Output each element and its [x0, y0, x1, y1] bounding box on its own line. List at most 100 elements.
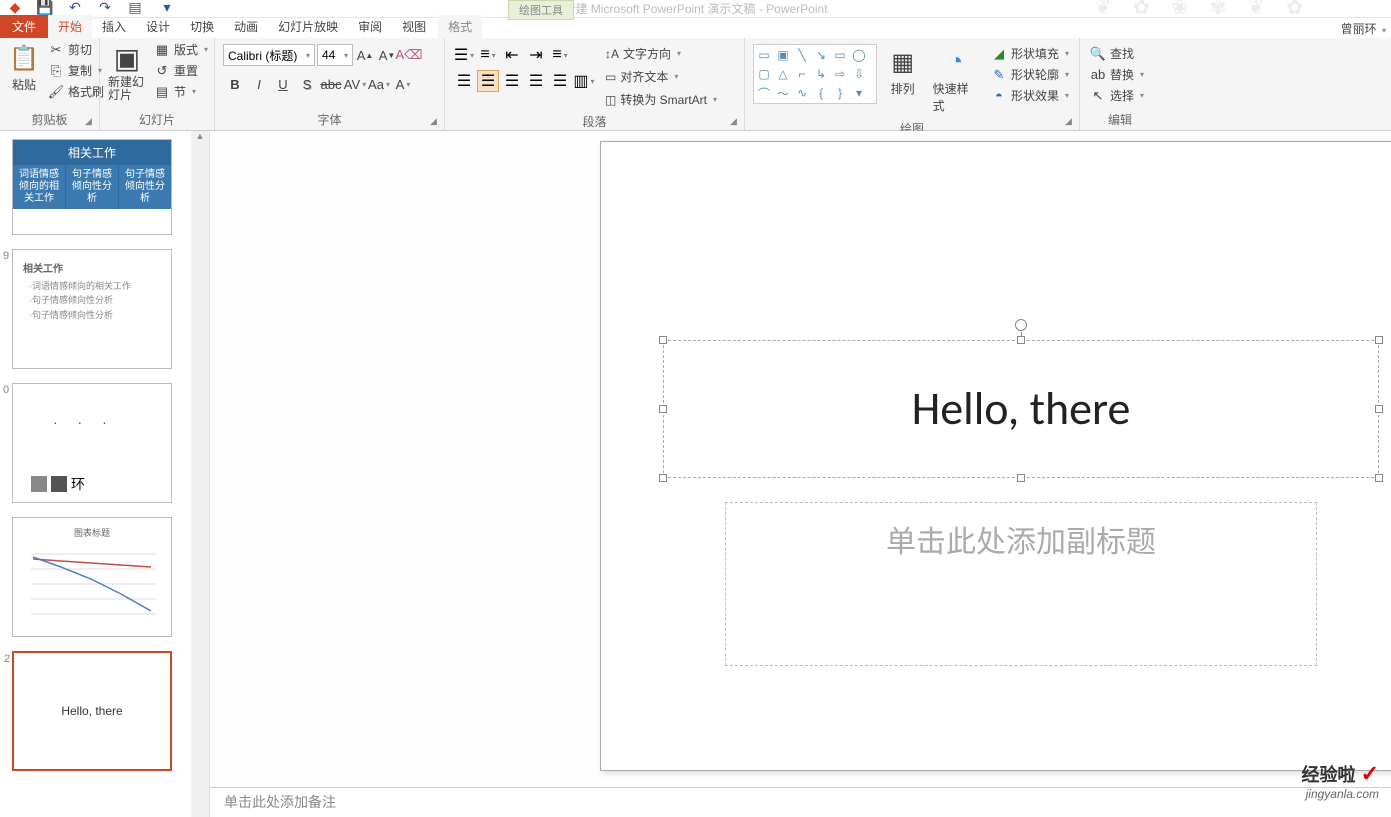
- decrease-indent-button[interactable]: ⇤: [501, 44, 523, 66]
- change-case-button[interactable]: Aa▾: [367, 72, 391, 96]
- shape-arrow-icon[interactable]: ↘: [813, 47, 829, 63]
- columns-button[interactable]: ▥▾: [573, 70, 595, 92]
- shape-curve-icon[interactable]: 〜: [775, 85, 791, 101]
- shape-wave-icon[interactable]: ∿: [794, 85, 810, 101]
- section-button[interactable]: ▤节▾: [152, 82, 210, 101]
- shape-fill-button[interactable]: ◢形状填充▾: [989, 44, 1071, 63]
- shape-textbox-icon[interactable]: ▭: [756, 47, 772, 63]
- strikethrough-button[interactable]: abc: [319, 72, 343, 96]
- grow-font-button[interactable]: A▲: [355, 45, 375, 65]
- align-right-button[interactable]: ☰: [501, 70, 523, 92]
- shape-line-icon[interactable]: ╲: [794, 47, 810, 63]
- format-painter-button[interactable]: 🖌格式刷: [46, 82, 106, 101]
- tab-insert[interactable]: 插入: [92, 15, 136, 38]
- thumb1-col2: 句子情感倾向性分析: [66, 165, 119, 209]
- distribute-button[interactable]: ☰: [549, 70, 571, 92]
- rotate-handle-icon[interactable]: [1015, 319, 1027, 331]
- convert-smartart-button[interactable]: ◫转换为 SmartArt▾: [603, 90, 719, 109]
- char-spacing-button[interactable]: AV▾: [343, 72, 367, 96]
- slide-thumb-3[interactable]: 0 · · · 环: [12, 383, 172, 503]
- font-name-select[interactable]: Calibri (标题)▾: [223, 44, 315, 66]
- thumb3-square2-icon: [51, 476, 67, 492]
- slide[interactable]: Hello, there 单击此处添加副标题: [600, 141, 1391, 771]
- thumbnails-scrollbar[interactable]: ▲: [191, 131, 209, 817]
- shrink-font-button[interactable]: A▼: [377, 45, 397, 65]
- slide-thumb-2[interactable]: 9 相关工作 ·词语情感倾向的相关工作 ·句子情感倾向性分析 ·句子情感倾向性分…: [12, 249, 172, 369]
- resize-handle-tr[interactable]: [1375, 336, 1383, 344]
- underline-button[interactable]: U: [271, 72, 295, 96]
- tab-review[interactable]: 审阅: [348, 15, 392, 38]
- font-color-button[interactable]: A▾: [391, 72, 415, 96]
- text-direction-button[interactable]: ↕A文字方向▾: [603, 44, 719, 63]
- resize-handle-tl[interactable]: [659, 336, 667, 344]
- shape-elbow-icon[interactable]: ⌐: [794, 66, 810, 82]
- shape-triangle-icon[interactable]: △: [775, 66, 791, 82]
- subtitle-placeholder[interactable]: 单击此处添加副标题: [725, 502, 1317, 666]
- tab-format[interactable]: 格式: [438, 15, 482, 38]
- tab-view[interactable]: 视图: [392, 15, 436, 38]
- reset-button[interactable]: ↺重置: [152, 61, 210, 80]
- resize-handle-br[interactable]: [1375, 474, 1383, 482]
- shape-connector-icon[interactable]: ↳: [813, 66, 829, 82]
- replace-button[interactable]: ab替换▾: [1088, 65, 1152, 84]
- shape-oval-icon[interactable]: ◯: [851, 47, 867, 63]
- paste-button[interactable]: 📋 粘贴: [4, 40, 44, 95]
- italic-button[interactable]: I: [247, 72, 271, 96]
- increase-indent-button[interactable]: ⇥: [525, 44, 547, 66]
- arrange-button[interactable]: ▦排列: [883, 44, 923, 99]
- shape-brace-r-icon[interactable]: }: [832, 85, 848, 101]
- new-slide-button[interactable]: ▣ 新建幻灯片: [104, 40, 150, 104]
- shape-arc-icon[interactable]: ⌒: [756, 85, 772, 101]
- shapes-gallery[interactable]: ▭ ▣ ╲ ↘ ▭ ◯ ▢ △ ⌐ ↳ ⇨ ⇩ ⌒ 〜 ∿ { } ▾: [753, 44, 877, 104]
- tab-transitions[interactable]: 切换: [180, 15, 224, 38]
- layout-button[interactable]: ▦版式▾: [152, 40, 210, 59]
- resize-handle-ml[interactable]: [659, 405, 667, 413]
- align-text-button[interactable]: ▭对齐文本▾: [603, 67, 719, 86]
- slide-thumb-4[interactable]: 图表标题: [12, 517, 172, 637]
- shape-rect-icon[interactable]: ▭: [832, 47, 848, 63]
- resize-handle-bl[interactable]: [659, 474, 667, 482]
- copy-button[interactable]: ⎘复制▾: [46, 61, 106, 80]
- slide-canvas-area[interactable]: Hello, there 单击此处添加副标题: [210, 131, 1391, 817]
- shape-right-arrow-icon[interactable]: ⇨: [832, 66, 848, 82]
- slide-title-text[interactable]: Hello, there: [664, 341, 1378, 477]
- resize-handle-mr[interactable]: [1375, 405, 1383, 413]
- shadow-button[interactable]: S: [295, 72, 319, 96]
- select-button[interactable]: ↖选择▾: [1088, 86, 1152, 105]
- shape-outline-button[interactable]: ✎形状轮廓▾: [989, 65, 1071, 84]
- line-spacing-button[interactable]: ≡▾: [549, 44, 571, 66]
- numbering-button[interactable]: ≡▾: [477, 44, 499, 66]
- user-name[interactable]: 曾丽环 ▾: [1341, 20, 1386, 37]
- shape-brace-l-icon[interactable]: {: [813, 85, 829, 101]
- cut-button[interactable]: ✂剪切: [46, 40, 106, 59]
- tab-file[interactable]: 文件: [0, 15, 48, 38]
- align-left-button[interactable]: ☰: [453, 70, 475, 92]
- slide-thumb-1[interactable]: 相关工作 词语情感倾向的相关工作 句子情感倾向性分析 句子情感倾向性分析: [12, 139, 172, 235]
- justify-button[interactable]: ☰: [525, 70, 547, 92]
- clipboard-launcher-icon[interactable]: ◢: [85, 116, 97, 128]
- shape-picture-icon[interactable]: ▣: [775, 47, 791, 63]
- clear-format-button[interactable]: A⌫: [399, 45, 419, 65]
- tab-home[interactable]: 开始: [48, 15, 92, 38]
- resize-handle-bm[interactable]: [1017, 474, 1025, 482]
- font-launcher-icon[interactable]: ◢: [430, 116, 442, 128]
- find-button[interactable]: 🔍查找: [1088, 44, 1152, 63]
- drawing-launcher-icon[interactable]: ◢: [1065, 116, 1077, 128]
- shape-effects-button[interactable]: ◓形状效果▾: [989, 86, 1071, 105]
- shape-roundrect-icon[interactable]: ▢: [756, 66, 772, 82]
- title-placeholder[interactable]: Hello, there: [663, 340, 1379, 478]
- align-center-button[interactable]: ☰: [477, 70, 499, 92]
- slide-thumb-5[interactable]: 2 Hello, there: [12, 651, 172, 771]
- notes-pane[interactable]: 单击此处添加备注: [210, 787, 1391, 817]
- bullets-button[interactable]: ☰▾: [453, 44, 475, 66]
- quick-styles-button[interactable]: ◔快速样式: [929, 44, 983, 116]
- bold-button[interactable]: B: [223, 72, 247, 96]
- font-size-select[interactable]: 44▾: [317, 44, 353, 66]
- tab-design[interactable]: 设计: [136, 15, 180, 38]
- resize-handle-tm[interactable]: [1017, 336, 1025, 344]
- shapes-more-icon[interactable]: ▾: [851, 85, 867, 101]
- tab-slideshow[interactable]: 幻灯片放映: [268, 15, 348, 38]
- tab-animations[interactable]: 动画: [224, 15, 268, 38]
- paragraph-launcher-icon[interactable]: ◢: [730, 116, 742, 128]
- shape-down-arrow-icon[interactable]: ⇩: [851, 66, 867, 82]
